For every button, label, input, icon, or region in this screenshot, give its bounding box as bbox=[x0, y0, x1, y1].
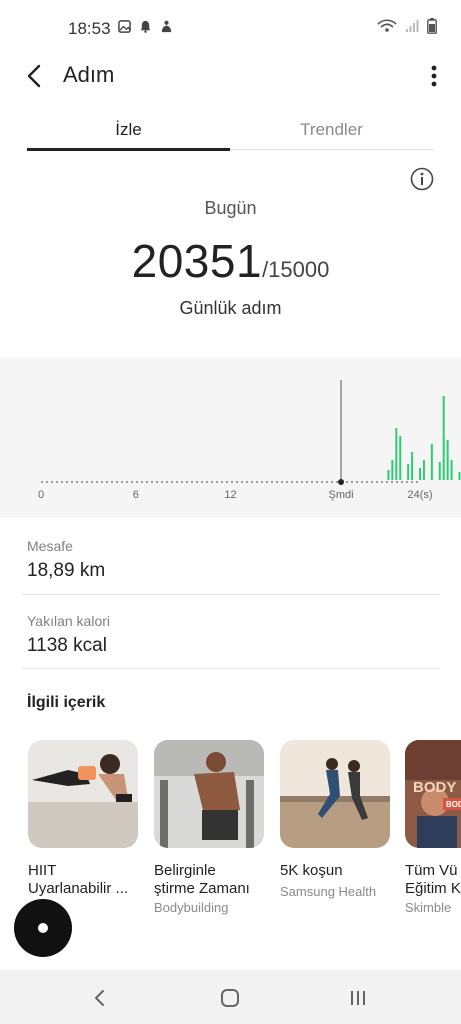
chart-bar bbox=[446, 440, 449, 480]
steps-goal: /15000 bbox=[262, 257, 330, 282]
chart-bar bbox=[387, 470, 390, 480]
chart-bar bbox=[411, 452, 414, 480]
svg-text:BODY: BODY bbox=[446, 800, 461, 809]
tab-divider bbox=[230, 149, 434, 150]
chart-tick-label: 6 bbox=[133, 489, 139, 501]
steps-value: 20351 bbox=[131, 235, 263, 287]
card-title: 5K koşun bbox=[280, 862, 343, 879]
svg-text:BODY: BODY bbox=[413, 779, 456, 796]
card-source: Skimble bbox=[405, 900, 452, 915]
chart-tick-label: Şmdi bbox=[329, 489, 354, 501]
chart-bar bbox=[391, 460, 394, 480]
more-options-icon[interactable] bbox=[431, 64, 437, 90]
card-thumbnail bbox=[280, 740, 390, 848]
info-icon[interactable] bbox=[410, 167, 434, 191]
chart-bar bbox=[419, 468, 421, 480]
content-card-hiit[interactable]: HIIT Uyarlanabilir ... bbox=[28, 740, 138, 898]
card-title: HIIT Uyarlanabilir ... bbox=[28, 862, 129, 897]
distance-stat: Mesafe 18,89 km bbox=[27, 538, 434, 582]
step-count: 20351/15000 bbox=[0, 234, 461, 288]
floating-action-button[interactable] bbox=[14, 899, 72, 957]
status-time: 18:53 bbox=[68, 19, 111, 38]
calories-label: Yakılan kalori bbox=[27, 613, 111, 629]
related-content-carousel[interactable]: HIIT Uyarlanabilir ... Belirginle ştirme Z… bbox=[0, 740, 461, 930]
card-thumbnail bbox=[154, 740, 264, 848]
chart-bar bbox=[438, 462, 441, 480]
distance-value: 18,89 km bbox=[27, 560, 106, 581]
chart-tick-label: 24(s) bbox=[407, 489, 432, 501]
dot-icon bbox=[38, 923, 48, 933]
chart-bar bbox=[442, 396, 445, 480]
tab-izle[interactable]: İzle bbox=[27, 112, 230, 150]
chart-tick-label: 0 bbox=[38, 489, 44, 501]
battery-icon bbox=[427, 18, 437, 34]
bell-icon bbox=[140, 20, 151, 33]
chart-tick-label: 12 bbox=[224, 489, 236, 501]
tab-bar: İzle Trendler bbox=[27, 112, 434, 152]
signal-icon bbox=[406, 20, 419, 32]
chart-canvas: 0 6 12 Şmdi 24(s) bbox=[38, 380, 461, 501]
image-icon bbox=[118, 20, 131, 33]
chart-bar bbox=[450, 460, 453, 480]
page-title: Adım bbox=[63, 62, 115, 87]
content-card-bodybuilding[interactable]: Belirginle ştirme Zamanı Bodybuilding bbox=[154, 740, 264, 915]
status-bar: 18:53 bbox=[0, 0, 461, 56]
divider bbox=[22, 594, 440, 595]
chart-bar bbox=[407, 464, 410, 480]
app-bar: Adım bbox=[0, 50, 461, 102]
calories-value: 1138 kcal bbox=[27, 635, 107, 656]
calories-stat: Yakılan kalori 1138 kcal bbox=[27, 613, 434, 657]
distance-label: Mesafe bbox=[27, 538, 73, 554]
tab-trendler[interactable]: Trendler bbox=[230, 112, 433, 150]
chart-bar bbox=[422, 460, 425, 480]
status-notification-icons bbox=[118, 20, 173, 33]
hourly-steps-chart[interactable]: 0 6 12 Şmdi 24(s) bbox=[0, 358, 461, 518]
related-content-title: İlgili içerik bbox=[27, 694, 106, 711]
back-nav-icon[interactable] bbox=[88, 986, 112, 1010]
home-nav-icon[interactable] bbox=[218, 986, 242, 1010]
card-title: Tüm Vü Eğitim K bbox=[405, 862, 461, 897]
card-source: Bodybuilding bbox=[154, 900, 229, 915]
card-source: Samsung Health bbox=[280, 884, 377, 899]
divider bbox=[22, 668, 440, 669]
chart-bar bbox=[458, 472, 461, 480]
period-label: Bugün bbox=[204, 198, 257, 218]
person-icon bbox=[161, 20, 172, 33]
recents-nav-icon[interactable] bbox=[346, 986, 370, 1010]
status-system-icons bbox=[377, 18, 437, 34]
active-tab-indicator bbox=[27, 148, 230, 151]
back-arrow-icon[interactable] bbox=[22, 62, 50, 90]
card-title: Belirginle ştirme Zamanı bbox=[154, 862, 250, 897]
content-card-5k[interactable]: 5K koşun Samsung Health bbox=[280, 740, 390, 899]
system-nav-bar bbox=[0, 970, 461, 1024]
now-marker-dot bbox=[338, 479, 345, 485]
steps-unit-label: Günlük adım bbox=[179, 298, 282, 318]
chart-bar bbox=[430, 444, 433, 480]
content-card-skimble[interactable]: BODY BODY Tüm VüEğitim K Skimble bbox=[405, 740, 461, 915]
chart-bar bbox=[395, 428, 398, 480]
card-thumbnail bbox=[28, 740, 138, 848]
wifi-icon bbox=[377, 19, 397, 32]
card-thumbnail: BODY BODY bbox=[405, 740, 461, 848]
chart-bar bbox=[399, 436, 402, 480]
